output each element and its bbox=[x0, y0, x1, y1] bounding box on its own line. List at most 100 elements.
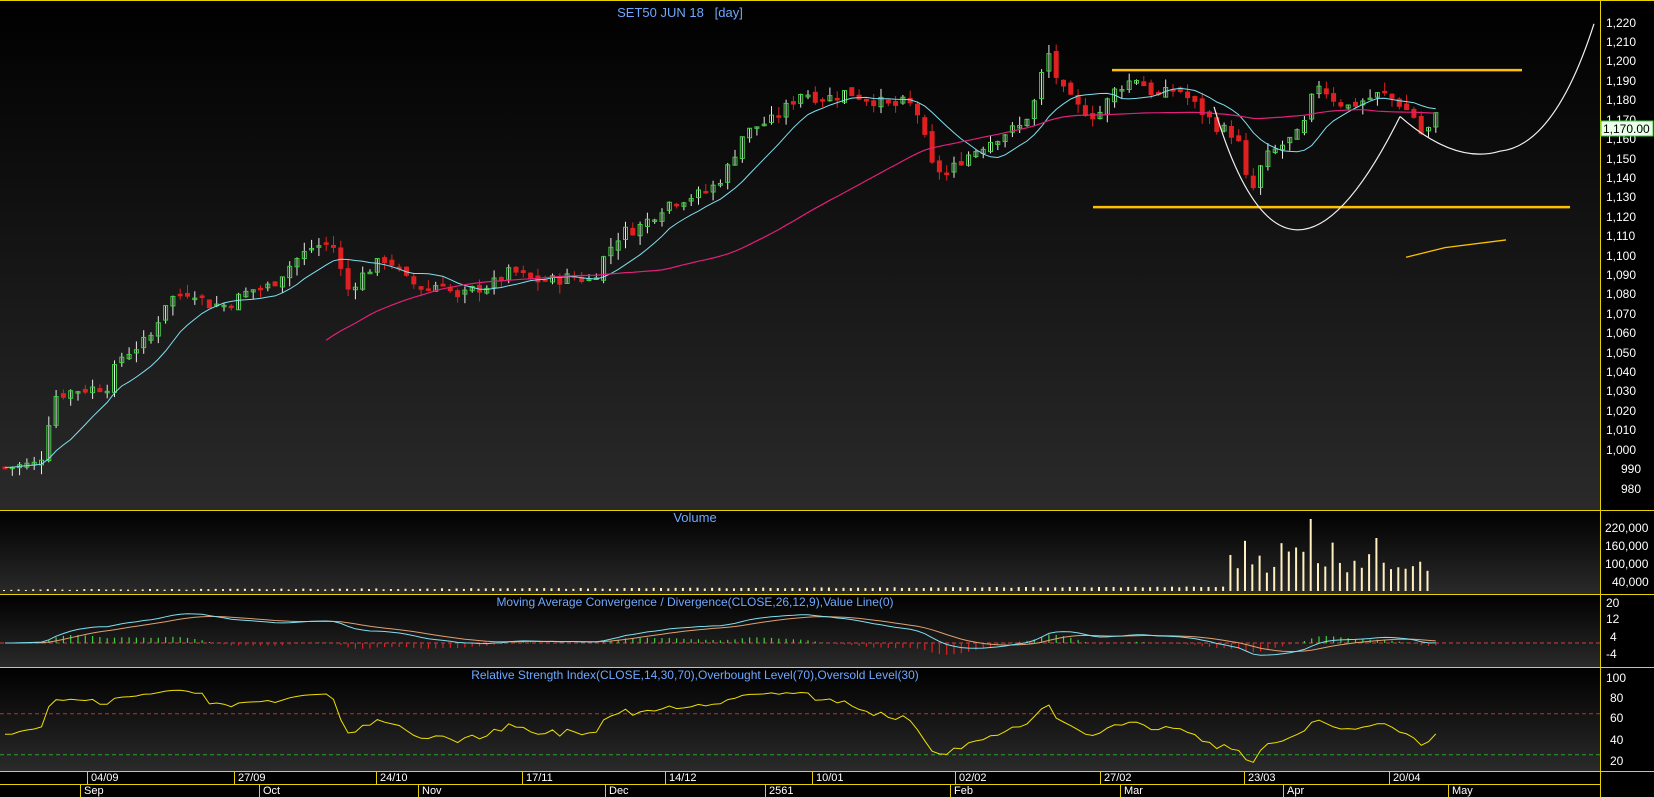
candle-body bbox=[871, 100, 877, 107]
rsi-tick: 80 bbox=[1610, 691, 1624, 705]
candle-body bbox=[834, 97, 840, 101]
candle-body bbox=[1141, 81, 1147, 87]
volume-tick: 40,000 bbox=[1612, 575, 1649, 589]
week-label: 23/03 bbox=[1248, 772, 1276, 784]
month-label: Mar bbox=[1124, 785, 1143, 797]
candle-body bbox=[703, 190, 709, 194]
candle-body bbox=[338, 247, 344, 269]
week-label: 17/11 bbox=[526, 772, 553, 784]
price-tick: 1,110 bbox=[1606, 229, 1635, 243]
candle-body bbox=[776, 115, 782, 118]
candle-body bbox=[177, 293, 183, 297]
candle-body bbox=[958, 161, 964, 166]
price-tick: 1,030 bbox=[1606, 384, 1636, 398]
candle-body bbox=[411, 276, 417, 285]
volume-panel-title: Volume bbox=[673, 510, 716, 525]
candle-body bbox=[1061, 79, 1066, 87]
candle-body bbox=[418, 286, 424, 290]
price-tick: 1,190 bbox=[1606, 74, 1636, 88]
candle-body bbox=[1053, 51, 1059, 78]
candle-body bbox=[1090, 113, 1096, 120]
month-label: May bbox=[1452, 785, 1473, 797]
x-axis-months: Sep Oct Nov Dec 2561 Feb Mar Apr May bbox=[80, 784, 1473, 797]
month-label: 2561 bbox=[769, 785, 793, 797]
candle-body bbox=[272, 281, 278, 287]
candle-body bbox=[199, 295, 205, 298]
candle-body bbox=[185, 292, 190, 297]
candle-body bbox=[520, 270, 526, 273]
candle-body bbox=[863, 98, 869, 102]
price-tick: 1,140 bbox=[1606, 171, 1636, 185]
price-tick: 1,050 bbox=[1606, 346, 1636, 360]
month-label: Dec bbox=[609, 785, 629, 797]
macd-panel-title: Moving Average Convergence / Divergence(… bbox=[496, 595, 893, 609]
candle-body bbox=[528, 272, 534, 279]
week-label: 27/09 bbox=[238, 772, 266, 784]
week-label: 24/10 bbox=[380, 772, 408, 784]
candle-body bbox=[1331, 93, 1337, 102]
price-tick: 1,090 bbox=[1606, 268, 1636, 282]
price-tick: 990 bbox=[1621, 462, 1641, 476]
candle-body bbox=[812, 91, 818, 103]
month-label: Nov bbox=[422, 785, 442, 797]
candle-body bbox=[1185, 91, 1191, 99]
candle-body bbox=[425, 288, 431, 291]
rsi-panel bbox=[0, 667, 1600, 771]
price-tick: 1,120 bbox=[1606, 210, 1636, 224]
rsi-tick: 100 bbox=[1606, 671, 1626, 685]
candle-body bbox=[674, 203, 680, 207]
price-tick: 1,100 bbox=[1606, 249, 1636, 263]
rsi-panel-title: Relative Strength Index(CLOSE,14,30,70),… bbox=[471, 668, 919, 682]
candle-body bbox=[345, 268, 351, 290]
price-tick: 1,060 bbox=[1606, 326, 1636, 340]
x-axis-weeks: 04/09 27/09 24/10 17/11 14/12 10/01 02/0… bbox=[87, 771, 1421, 784]
candle-body bbox=[1082, 105, 1088, 117]
candle-body bbox=[331, 244, 336, 248]
month-label: Oct bbox=[263, 785, 280, 797]
price-tick: 1,150 bbox=[1606, 152, 1636, 166]
rsi-tick: 60 bbox=[1610, 711, 1624, 725]
candle-body bbox=[1192, 96, 1198, 102]
volume-panel bbox=[0, 510, 1600, 594]
candle-body bbox=[60, 393, 66, 398]
candle-body bbox=[1411, 108, 1417, 118]
volume-tick: 220,000 bbox=[1605, 521, 1649, 535]
macd-tick: 12 bbox=[1606, 612, 1620, 626]
candle-body bbox=[936, 160, 942, 173]
candle-body bbox=[1148, 82, 1154, 96]
price-panel-title: SET50 JUN 18 [day] bbox=[617, 5, 743, 20]
candle-body bbox=[1243, 140, 1249, 175]
price-tick: 1,070 bbox=[1606, 307, 1636, 321]
candle-body bbox=[557, 276, 563, 285]
macd-tick: 20 bbox=[1606, 596, 1620, 610]
price-tick: 1,210 bbox=[1606, 35, 1636, 49]
candle-body bbox=[513, 266, 519, 273]
candle-body bbox=[498, 277, 504, 282]
candle-body bbox=[1353, 101, 1358, 107]
candle-body bbox=[1250, 175, 1256, 189]
candle-body bbox=[258, 287, 263, 291]
candle-body bbox=[820, 99, 826, 102]
week-label: 14/12 bbox=[669, 772, 697, 784]
rsi-tick: 20 bbox=[1610, 754, 1624, 768]
candle-body bbox=[440, 283, 446, 287]
candle-body bbox=[97, 388, 103, 393]
candle-body bbox=[1418, 115, 1424, 134]
week-label: 10/01 bbox=[816, 772, 844, 784]
candle-body bbox=[82, 388, 88, 393]
candle-body bbox=[206, 299, 212, 309]
candle-body bbox=[630, 227, 636, 236]
price-tick: 1,040 bbox=[1606, 365, 1636, 379]
candle-body bbox=[535, 275, 541, 283]
candle-body bbox=[1404, 103, 1410, 111]
candle-body bbox=[929, 131, 935, 163]
price-tick: 1,200 bbox=[1606, 54, 1636, 68]
month-label: Sep bbox=[84, 785, 104, 797]
candle-body bbox=[389, 259, 395, 266]
week-label: 20/04 bbox=[1393, 772, 1421, 784]
price-tick: 1,180 bbox=[1606, 93, 1636, 107]
candle-body bbox=[915, 103, 920, 116]
candle-body bbox=[382, 257, 388, 264]
month-label: Feb bbox=[954, 785, 973, 797]
last-price-label: 1,170.00 bbox=[1603, 122, 1650, 136]
